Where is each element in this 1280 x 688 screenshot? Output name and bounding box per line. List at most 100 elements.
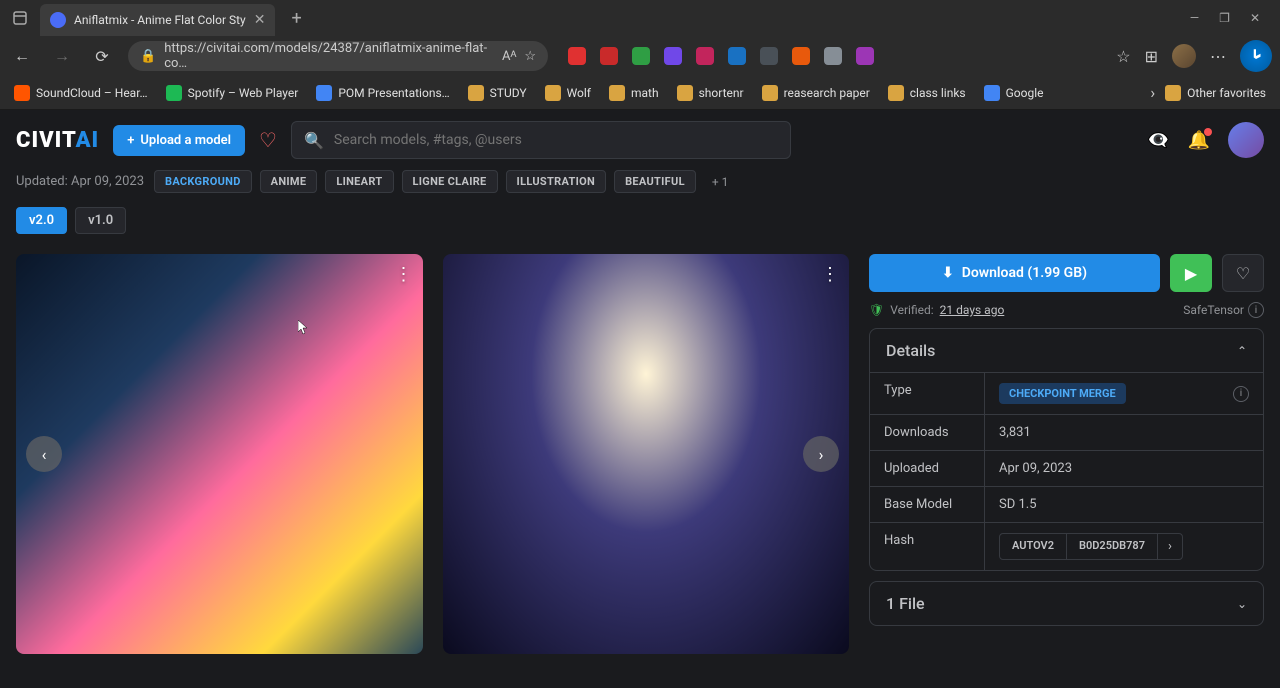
ext-icon-8[interactable] (792, 47, 810, 65)
verified-shield-icon: 🛡 (869, 303, 884, 317)
bookmark-item[interactable]: math (609, 85, 659, 101)
ext-icon-1[interactable] (568, 47, 586, 65)
bookmark-label: POM Presentations… (338, 86, 449, 100)
chevron-up-icon: ⌃ (1237, 344, 1247, 358)
tag-pill[interactable]: LIGNE CLAIRE (402, 170, 498, 193)
verified-date-link[interactable]: 21 days ago (940, 303, 1005, 317)
new-tab-button[interactable]: + (283, 8, 309, 29)
ext-icon-7[interactable] (760, 47, 778, 65)
close-window-button[interactable]: ✕ (1250, 11, 1260, 25)
tab-favicon (50, 12, 66, 28)
bookmark-favicon (609, 85, 625, 101)
bookmark-item[interactable]: STUDY (468, 85, 527, 101)
plus-icon: + (127, 133, 134, 148)
more-tags[interactable]: + 1 (706, 175, 735, 189)
favorite-button[interactable]: ♡ (1222, 254, 1264, 292)
tab-close-icon[interactable]: ✕ (254, 12, 266, 28)
download-icon: ⬇ (942, 265, 954, 281)
base-model-label: Base Model (870, 487, 985, 522)
other-favorites-folder[interactable]: Other favorites (1165, 85, 1266, 101)
bing-chat-button[interactable] (1240, 40, 1272, 72)
chevron-down-icon: ⌄ (1237, 597, 1247, 611)
ext-icon-2[interactable] (600, 47, 618, 65)
bookmarks-overflow-icon[interactable]: › (1150, 83, 1155, 102)
details-panel-header[interactable]: Details ⌃ (870, 329, 1263, 372)
type-label: Type (870, 373, 985, 414)
favorites-icon[interactable]: ☆ (1116, 47, 1130, 66)
tag-pill[interactable]: BACKGROUND (154, 170, 252, 193)
gallery-image-2[interactable]: ⋮ (443, 254, 850, 654)
gallery-next-button[interactable]: › (803, 436, 839, 472)
search-box[interactable]: 🔍 (291, 121, 791, 159)
tag-pill[interactable]: BEAUTIFUL (614, 170, 696, 193)
profile-avatar-small[interactable] (1172, 44, 1196, 68)
tag-pill[interactable]: ILLUSTRATION (506, 170, 607, 193)
bookmark-label: STUDY (490, 86, 527, 100)
hash-expand-button[interactable]: › (1158, 534, 1182, 559)
lock-icon: 🔒 (140, 49, 156, 64)
bookmark-favicon (984, 85, 1000, 101)
minimize-button[interactable]: — (1190, 11, 1199, 25)
bookmark-label: SoundCloud – Hear… (36, 86, 148, 100)
reader-icon[interactable]: Aᴬ (502, 48, 516, 64)
notifications-button[interactable]: 🔔 (1188, 130, 1210, 151)
bookmark-favicon (762, 85, 778, 101)
collections-icon[interactable]: ⊞ (1145, 47, 1158, 66)
bookmark-item[interactable]: shortenr (677, 85, 744, 101)
ext-icon-5[interactable] (696, 47, 714, 65)
play-button[interactable]: ▶ (1170, 254, 1212, 292)
ext-icon-10[interactable] (856, 47, 874, 65)
bookmark-item[interactable]: POM Presentations… (316, 85, 449, 101)
bookmark-item[interactable]: SoundCloud – Hear… (14, 85, 148, 101)
refresh-button[interactable]: ⟳ (88, 42, 116, 70)
ext-icon-9[interactable] (824, 47, 842, 65)
favorite-star-icon[interactable]: ☆ (524, 49, 536, 64)
maximize-button[interactable]: ❐ (1219, 11, 1230, 25)
site-logo[interactable]: CIVITAI (16, 128, 99, 153)
bookmark-item[interactable]: class links (888, 85, 966, 101)
updated-date: Updated: Apr 09, 2023 (16, 174, 144, 189)
bookmark-item[interactable]: Google (984, 85, 1044, 101)
back-button[interactable]: ← (8, 42, 36, 70)
url-bar[interactable]: 🔒 https://civitai.com/models/24387/anifl… (128, 41, 548, 71)
ext-icon-6[interactable] (728, 47, 746, 65)
bookmark-item[interactable]: Wolf (545, 85, 591, 101)
version-pill[interactable]: v2.0 (16, 207, 67, 234)
info-icon[interactable]: i (1248, 302, 1264, 318)
bookmark-favicon (545, 85, 561, 101)
bookmark-label: shortenr (699, 86, 744, 100)
more-menu-icon[interactable]: ⋯ (1210, 47, 1226, 66)
upload-model-button[interactable]: + Upload a model (113, 125, 245, 156)
hash-value[interactable]: B0D25DB787 (1067, 534, 1158, 559)
bookmark-item[interactable]: Spotify – Web Player (166, 85, 299, 101)
bookmark-favicon (468, 85, 484, 101)
base-model-value: SD 1.5 (985, 487, 1263, 522)
image-menu-icon[interactable]: ⋮ (821, 264, 839, 285)
browser-tab[interactable]: Aniflatmix - Anime Flat Color Sty ✕ (40, 4, 275, 36)
hash-algo: AUTOV2 (1000, 534, 1067, 559)
bookmark-item[interactable]: reasearch paper (762, 85, 870, 101)
info-icon[interactable]: i (1233, 386, 1249, 402)
download-button[interactable]: ⬇ Download (1.99 GB) (869, 254, 1160, 292)
safetensor-label: SafeTensor (1183, 303, 1244, 317)
tag-pill[interactable]: ANIME (260, 170, 318, 193)
tag-pill[interactable]: LINEART (325, 170, 393, 193)
bookmark-label: reasearch paper (784, 86, 870, 100)
image-menu-icon[interactable]: ⋮ (395, 264, 413, 285)
favorites-heart-icon[interactable]: ♡ (259, 128, 277, 152)
bookmark-label: Spotify – Web Player (188, 86, 299, 100)
search-input[interactable] (334, 132, 778, 148)
tab-list-button[interactable] (8, 6, 32, 30)
gallery-prev-button[interactable]: ‹ (26, 436, 62, 472)
search-icon: 🔍 (304, 131, 324, 150)
bookmark-favicon (14, 85, 30, 101)
ext-icon-4[interactable] (664, 47, 682, 65)
forward-button: → (48, 42, 76, 70)
files-panel-header[interactable]: 1 File ⌄ (870, 582, 1263, 625)
user-avatar[interactable] (1228, 122, 1264, 158)
visibility-off-icon[interactable]: 👁‍🗨 (1147, 130, 1169, 151)
ext-icon-3[interactable] (632, 47, 650, 65)
version-pill[interactable]: v1.0 (75, 207, 126, 234)
files-title: 1 File (886, 594, 925, 613)
gallery-image-1[interactable]: ⋮ (16, 254, 423, 654)
